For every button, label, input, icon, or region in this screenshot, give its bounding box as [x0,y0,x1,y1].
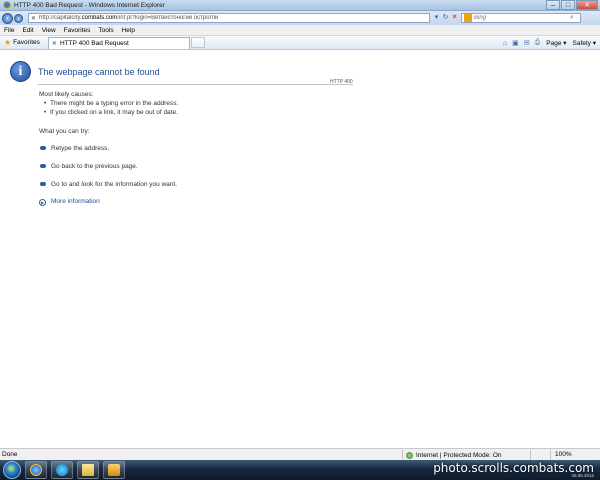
zoom-level[interactable]: 100% [555,450,572,460]
maximize-button[interactable]: □ [561,0,575,10]
expand-arrow-icon[interactable]: ▶ [39,199,46,206]
cause-item: If you clicked on a link, it may be out … [44,109,178,116]
security-zone[interactable]: Internet | Protected Mode: On [406,450,502,460]
address-bar[interactable]: ✕ http://capitalcity.combats.com/inf.pl?… [28,13,430,23]
tab-http-400[interactable]: ✕ HTTP 400 Bad Request [47,36,190,49]
page-menu-button[interactable]: Page ▾ [546,39,566,47]
taskbar-app[interactable] [103,461,125,479]
menu-favorites[interactable]: Favorites [64,27,91,34]
title-bar: HTTP 400 Bad Request - Windows Internet … [0,0,600,11]
command-bar: ⌂ ▣ ✉ ⎙ Page ▾ Safety ▾ [498,37,596,49]
causes-heading: Most likely causes: [39,91,94,98]
more-information-link[interactable]: More information [51,198,100,205]
stop-icon[interactable]: ✕ [450,13,459,23]
folder-icon [82,464,94,476]
taskbar-explorer[interactable] [77,461,99,479]
mail-icon[interactable]: ✉ [524,39,530,47]
bing-icon [464,14,472,22]
minimize-button[interactable]: ‒ [546,0,560,10]
task-retype: Retype the address. [51,145,110,152]
task-go-back[interactable]: Go back to the previous page. [51,163,138,170]
feeds-icon[interactable]: ▣ [512,39,519,47]
menu-view[interactable]: View [42,27,56,34]
page-error-icon: ✕ [31,15,37,22]
taskbar-skype[interactable] [51,461,73,479]
menu-edit[interactable]: Edit [22,27,33,34]
globe-icon [406,451,413,459]
skype-icon [56,464,68,476]
dropdown-arrow-icon[interactable]: ▾ [432,13,441,23]
home-icon[interactable]: ⌂ [503,40,507,47]
page-title: The webpage cannot be found [38,67,160,77]
zone-text: Internet | Protected Mode: On [416,451,502,459]
address-row: ‹ › ✕ http://capitalcity.combats.com/inf… [0,11,600,25]
task-bullet-icon [40,164,46,168]
safety-menu-button[interactable]: Safety ▾ [573,39,597,47]
status-separator [402,450,403,460]
status-bar: Done Internet | Protected Mode: On 100% [0,448,600,460]
try-heading: What you can try: [39,128,90,135]
favorites-star-icon[interactable]: ★ [4,38,11,47]
status-text: Done [2,451,18,458]
taskbar-ie[interactable] [25,461,47,479]
search-box[interactable]: ⌕ [461,13,581,23]
address-url[interactable]: http://capitalcity.combats.com/inf.pl?lo… [39,15,218,21]
new-tab-button[interactable] [190,37,205,48]
search-icon[interactable]: ⌕ [570,14,574,22]
refresh-icon[interactable]: ↻ [441,13,450,23]
menu-tools[interactable]: Tools [98,27,113,34]
ie-logo-icon [3,1,11,9]
favorites-bar: ★ Favorites ✕ HTTP 400 Bad Request ⌂ ▣ ✉… [0,36,600,50]
page-error-icon: ✕ [51,40,57,47]
menu-bar: File Edit View Favorites Tools Help [0,25,600,36]
task-bullet-icon [40,146,46,150]
divider [38,84,353,85]
print-icon[interactable]: ⎙ [535,39,541,47]
status-separator [530,450,531,460]
page-content: i The webpage cannot be found HTTP 400 M… [0,51,600,448]
taskbar-date: 25.05.2012 [571,473,594,478]
menu-file[interactable]: File [4,27,14,34]
search-input[interactable] [474,15,570,21]
close-button[interactable]: ✕ [576,0,598,10]
start-button[interactable] [3,461,21,479]
menu-help[interactable]: Help [122,27,135,34]
task-go-to: Go to and look for the information you w… [51,181,178,188]
info-icon: i [10,61,31,82]
task-bullet-icon [40,182,46,186]
window-controls: ‒ □ ✕ [545,0,598,10]
app-icon [108,464,120,476]
watermark: photo.scrolls.combats.com [433,461,594,475]
forward-button[interactable]: › [14,13,23,23]
favorites-button[interactable]: Favorites [13,39,40,46]
tab-title: HTTP 400 Bad Request [59,39,129,47]
status-separator [550,450,551,460]
back-button[interactable]: ‹ [2,12,13,24]
cause-item: There might be a typing error in the add… [44,100,178,107]
window-title: HTTP 400 Bad Request - Windows Internet … [14,1,165,9]
address-tools: ▾ ↻ ✕ [432,13,459,23]
taskbar: photo.scrolls.combats.com 25.05.2012 [0,460,600,480]
ie-icon [30,464,42,476]
